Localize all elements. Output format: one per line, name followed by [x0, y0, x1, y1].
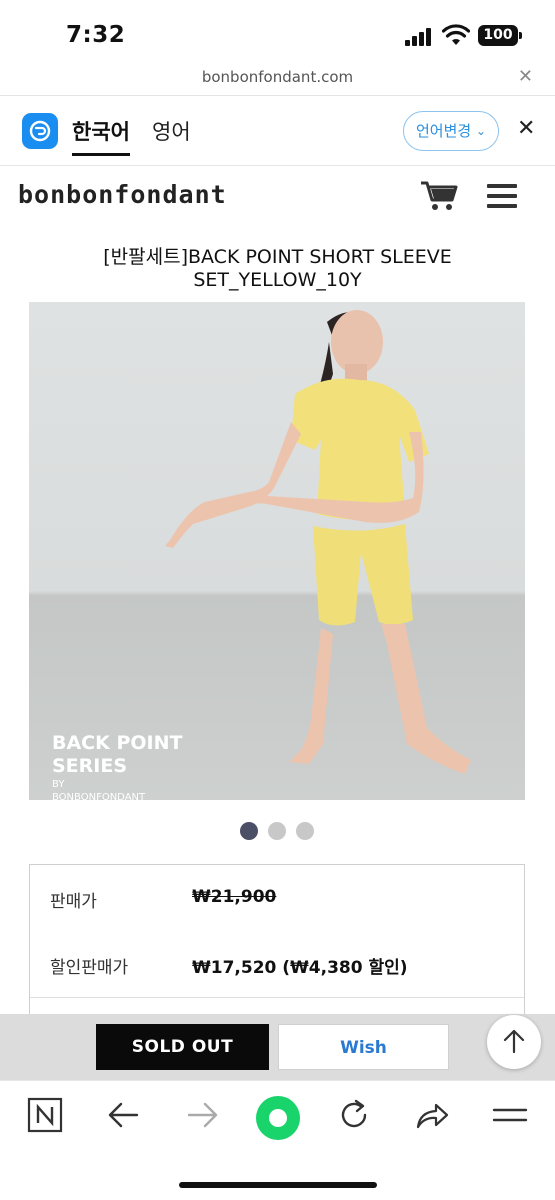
share-arrow-icon [416, 1103, 449, 1129]
url-bar[interactable]: bonbonfondant.com ✕ [0, 62, 555, 96]
image-caption-brand: BONBONFONDANT [52, 792, 146, 800]
site-logo[interactable]: bonbonfondant [18, 180, 227, 209]
purchase-action-bar: SOLD OUT Wish [0, 1014, 555, 1080]
wish-button[interactable]: Wish [278, 1024, 449, 1070]
arrow-up-icon [503, 1029, 525, 1054]
image-caption-title: BACK POINT [52, 732, 183, 754]
hamburger-menu-icon[interactable] [487, 184, 517, 208]
wifi-icon [442, 24, 470, 45]
close-icon[interactable]: ✕ [517, 116, 535, 141]
arrow-right-icon [187, 1102, 218, 1128]
home-indicator [179, 1182, 377, 1188]
naver-n-icon [27, 1097, 63, 1133]
product-title: [반팔세트]BACK POINT SHORT SLEEVE SET_YELLOW… [103, 246, 452, 291]
sale-price-value: ₩17,520 (₩4,380 할인) [192, 958, 408, 978]
site-header: bonbonfondant [0, 166, 555, 230]
price-box: 판매가 ₩21,900 할인판매가 ₩17,520 (₩4,380 할인) [29, 864, 525, 1034]
cellular-signal-icon [405, 28, 433, 46]
list-price-label: 판매가 [50, 892, 97, 912]
carousel-dot[interactable] [268, 822, 286, 840]
child-model-illustration [165, 310, 471, 774]
carousel-dot[interactable] [296, 822, 314, 840]
change-language-button[interactable]: 언어변경 ⌄ [403, 111, 499, 151]
menu-button[interactable] [492, 1097, 536, 1141]
status-time: 7:32 [66, 22, 126, 48]
image-caption-by: BY [52, 779, 65, 790]
share-button[interactable] [414, 1097, 458, 1141]
url-text[interactable]: bonbonfondant.com [0, 68, 555, 86]
forward-button[interactable] [184, 1097, 228, 1141]
sold-out-button[interactable]: SOLD OUT [96, 1024, 269, 1070]
translate-bar: 한국어 영어 언어변경 ⌄ ✕ [0, 96, 555, 166]
carousel-dot[interactable] [240, 822, 258, 840]
image-caption-subtitle: SERIES [52, 755, 128, 777]
naver-home-button[interactable] [27, 1097, 71, 1141]
battery-icon: 100 [478, 25, 522, 46]
price-divider [30, 997, 524, 998]
papago-logo-icon [22, 113, 58, 149]
tab-english[interactable]: 영어 [152, 116, 191, 146]
menu-lines-icon [492, 1108, 528, 1122]
list-price-value: ₩21,900 [192, 887, 277, 907]
sale-price-label: 할인판매가 [50, 958, 129, 978]
close-icon[interactable]: ✕ [518, 66, 533, 87]
back-button[interactable] [106, 1097, 150, 1141]
product-image[interactable]: BACK POINT SERIES BY BONBONFONDANT [29, 302, 525, 800]
scroll-top-button[interactable] [487, 1015, 541, 1069]
cart-icon[interactable] [420, 180, 458, 212]
chevron-down-icon: ⌄ [475, 124, 486, 138]
arrow-left-icon [108, 1102, 139, 1128]
change-language-label: 언어변경 [416, 122, 472, 140]
reload-button[interactable] [336, 1097, 380, 1141]
green-dot-button[interactable] [256, 1096, 300, 1140]
status-bar: 7:32 100 [0, 0, 555, 62]
reload-icon [341, 1099, 367, 1128]
tab-korean[interactable]: 한국어 [72, 116, 130, 156]
